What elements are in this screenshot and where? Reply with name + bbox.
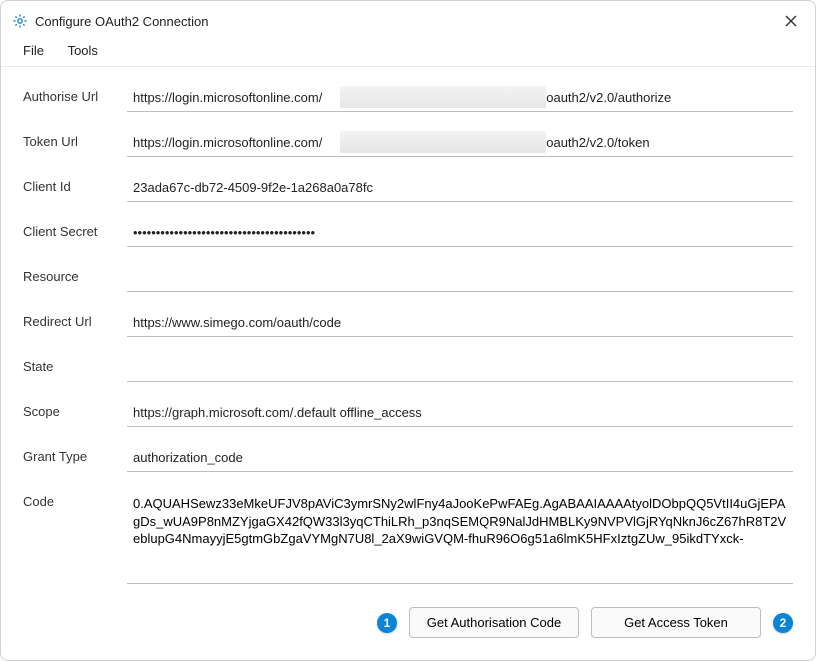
close-button[interactable] bbox=[777, 9, 805, 33]
menu-file[interactable]: File bbox=[13, 41, 54, 60]
label-state: State bbox=[23, 355, 127, 374]
client-secret-input[interactable] bbox=[127, 220, 793, 247]
form-area: Authorise Url Token Url Client Id Client… bbox=[1, 67, 815, 660]
code-textarea[interactable] bbox=[127, 490, 793, 584]
grant-type-input[interactable] bbox=[127, 445, 793, 472]
label-grant-type: Grant Type bbox=[23, 445, 127, 464]
step-badge-2: 2 bbox=[773, 613, 793, 633]
button-bar: 1 Get Authorisation Code Get Access Toke… bbox=[377, 607, 793, 638]
label-authorise-url: Authorise Url bbox=[23, 85, 127, 104]
token-url-input[interactable] bbox=[127, 130, 793, 157]
oauth2-config-window: Configure OAuth2 Connection File Tools A… bbox=[0, 0, 816, 661]
gear-icon bbox=[11, 12, 29, 30]
label-code: Code bbox=[23, 490, 127, 509]
label-scope: Scope bbox=[23, 400, 127, 419]
step-badge-1: 1 bbox=[377, 613, 397, 633]
titlebar: Configure OAuth2 Connection bbox=[1, 1, 815, 39]
get-access-token-button[interactable]: Get Access Token bbox=[591, 607, 761, 638]
menu-tools[interactable]: Tools bbox=[58, 41, 108, 60]
resource-input[interactable] bbox=[127, 265, 793, 292]
redirect-url-input[interactable] bbox=[127, 310, 793, 337]
label-client-secret: Client Secret bbox=[23, 220, 127, 239]
close-icon bbox=[785, 15, 797, 27]
client-id-input[interactable] bbox=[127, 175, 793, 202]
window-title: Configure OAuth2 Connection bbox=[35, 14, 777, 29]
get-authorisation-code-button[interactable]: Get Authorisation Code bbox=[409, 607, 579, 638]
label-resource: Resource bbox=[23, 265, 127, 284]
label-redirect-url: Redirect Url bbox=[23, 310, 127, 329]
scope-input[interactable] bbox=[127, 400, 793, 427]
authorise-url-input[interactable] bbox=[127, 85, 793, 112]
label-client-id: Client Id bbox=[23, 175, 127, 194]
menubar: File Tools bbox=[1, 39, 815, 67]
state-input[interactable] bbox=[127, 355, 793, 382]
label-token-url: Token Url bbox=[23, 130, 127, 149]
